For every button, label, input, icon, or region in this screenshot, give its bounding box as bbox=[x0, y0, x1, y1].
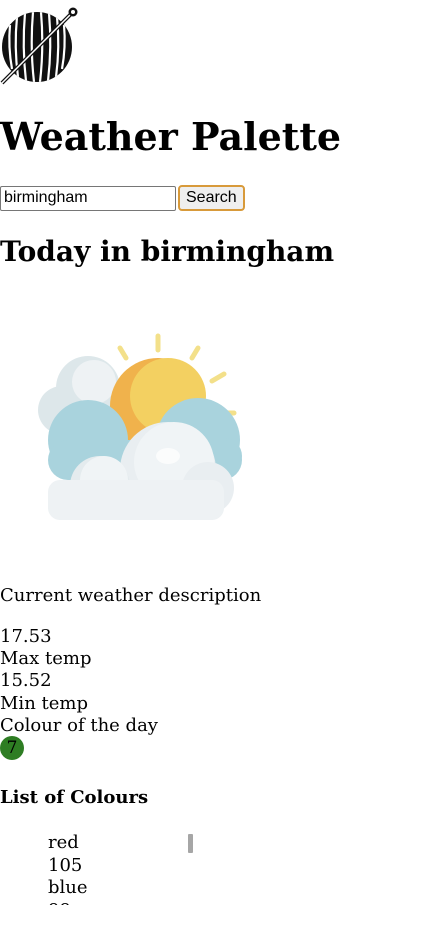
yarn-ball-icon bbox=[0, 7, 78, 85]
list-item: 105 bbox=[48, 854, 83, 876]
colour-list-scrollbar[interactable] bbox=[188, 834, 193, 853]
partly-cloudy-sun-icon bbox=[38, 333, 242, 520]
list-item: blue bbox=[48, 877, 88, 898]
page-title: Weather Palette bbox=[0, 114, 342, 159]
min-temp-value: 15.52 bbox=[0, 670, 52, 691]
colour-list-heading: List of Colours bbox=[0, 787, 149, 808]
weather-description-label: Current weather description bbox=[0, 585, 262, 606]
search-button[interactable]: Search bbox=[178, 185, 245, 211]
min-temp-label: Min temp bbox=[0, 693, 88, 714]
city-search-input[interactable] bbox=[0, 185, 176, 211]
colour-of-day-swatch: 7 bbox=[0, 736, 24, 760]
search-bar: Search bbox=[0, 184, 245, 212]
today-heading: Today in birmingham bbox=[0, 235, 335, 268]
list-item: red bbox=[48, 832, 79, 853]
colour-list[interactable]: red 105 blue 99 bbox=[48, 832, 198, 905]
list-item: 99 bbox=[48, 900, 198, 906]
colour-of-day-label: Colour of the day bbox=[0, 715, 158, 736]
max-temp-value: 17.53 bbox=[0, 626, 52, 647]
max-temp-label: Max temp bbox=[0, 648, 92, 669]
